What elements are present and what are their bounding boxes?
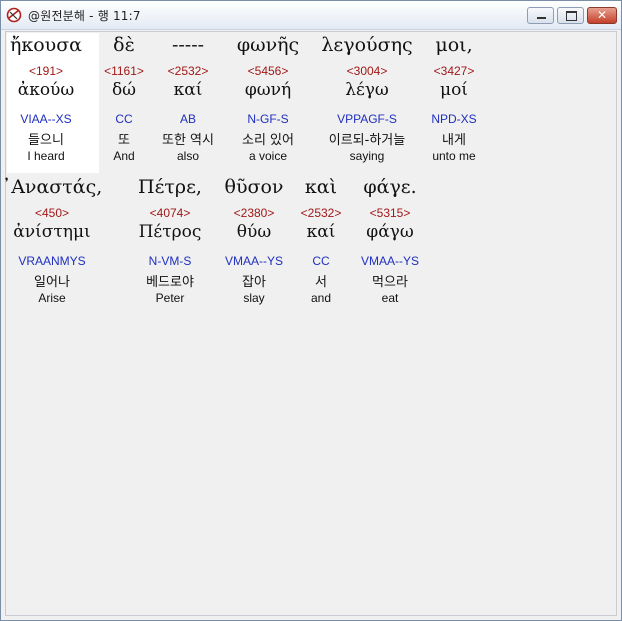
app-logo-icon — [6, 7, 22, 23]
word-lemma[interactable]: μοί — [384, 80, 524, 100]
word-korean[interactable]: 먹으라 — [320, 271, 460, 290]
word-greek[interactable]: φάγε. — [320, 176, 460, 198]
word-english[interactable]: unto me — [384, 149, 524, 163]
word-morph[interactable]: NPD-XS — [384, 112, 524, 126]
word-korean[interactable]: 내게 — [384, 129, 524, 148]
title-bar[interactable]: @원전분해 - 행 11:7 ✕ — [1, 1, 621, 30]
interlinear-panel: ἤκουσα <191> ἀκούω VIAA--XS 들으니 I heard δὲ <116… — [2, 31, 617, 616]
word-lemma[interactable]: φάγω — [320, 222, 460, 242]
minimize-button[interactable] — [527, 7, 554, 24]
maximize-button[interactable] — [557, 7, 584, 24]
close-icon: ✕ — [596, 8, 608, 22]
word-english[interactable]: eat — [320, 291, 460, 305]
close-button[interactable]: ✕ — [587, 7, 617, 24]
word-morph[interactable]: VMAA--YS — [320, 254, 460, 268]
word-greek[interactable]: μοι, — [384, 34, 524, 56]
app-window: @원전분해 - 행 11:7 ✕ ἤκουσα <191> ἀκούω VIAA--X… — [0, 0, 622, 621]
window-title: @원전분해 - 행 11:7 — [28, 9, 141, 23]
maximize-icon — [566, 11, 577, 21]
word-strong[interactable]: <3427> — [384, 64, 524, 78]
word-strong[interactable]: <5315> — [320, 206, 460, 220]
minimize-icon — [537, 17, 546, 19]
